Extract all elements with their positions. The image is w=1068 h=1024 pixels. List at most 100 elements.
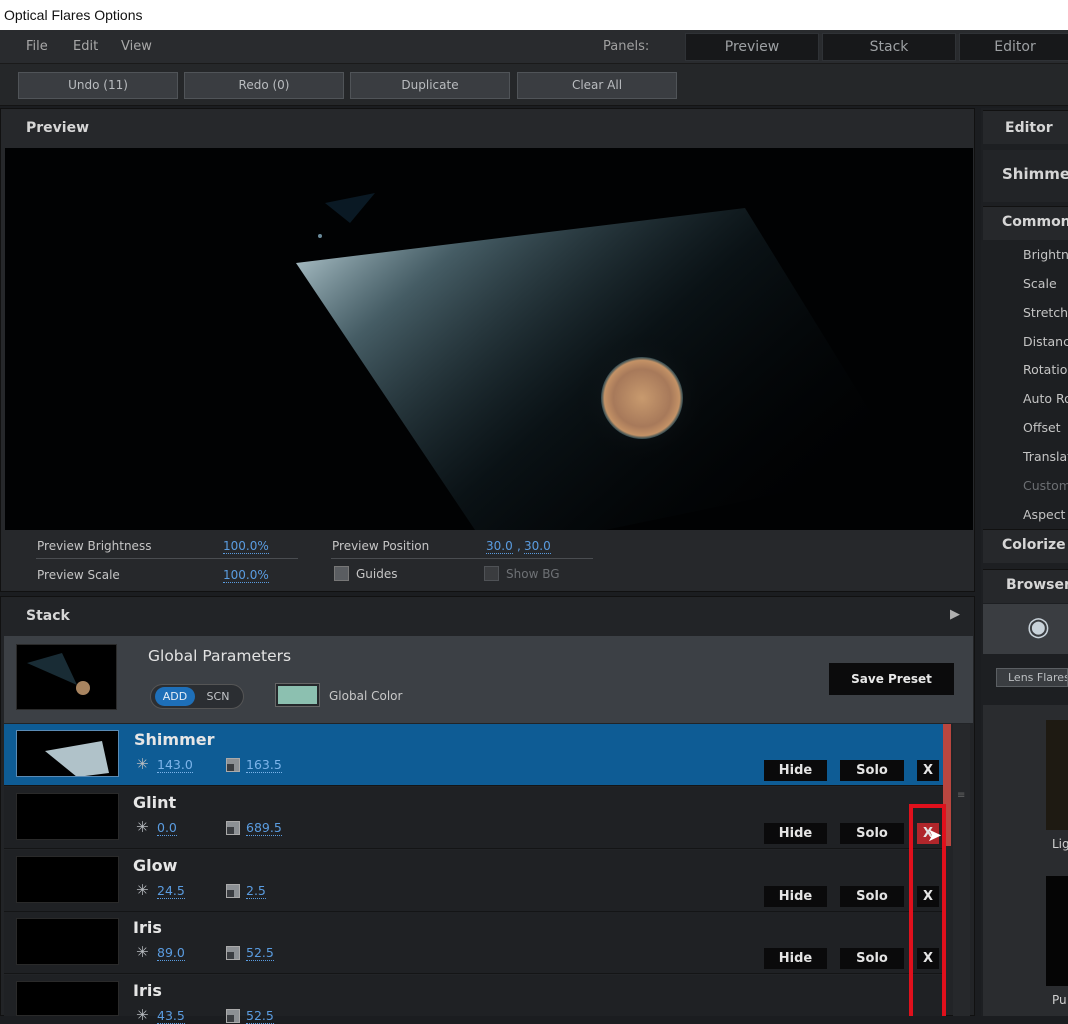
layer-row-glow[interactable]: Glow ✳ 24.5 2.5 Hide Solo X [4, 850, 943, 912]
guides-checkbox[interactable] [334, 566, 349, 581]
panel-tab-editor[interactable]: Editor [959, 33, 1068, 61]
solo-button[interactable]: Solo [840, 948, 904, 969]
preview-viewport[interactable] [5, 148, 973, 530]
layer-brightness-value[interactable]: 143.0 [157, 757, 193, 773]
editor-item-rotation[interactable]: Rotation [1023, 362, 1068, 377]
brightness-icon: ✳ [136, 755, 149, 773]
editor-item-auto-rotate[interactable]: Auto Rotate [1023, 391, 1068, 406]
browser-toolbar [983, 604, 1068, 654]
toolbar: Undo (11) Redo (0) Duplicate Clear All [0, 64, 1068, 106]
layer-row-shimmer[interactable]: Shimmer ✳ 143.0 163.5 Hide Solo X [4, 724, 943, 786]
layer-thumbnail [16, 793, 119, 840]
editor-item-custom: Custom [1023, 478, 1068, 493]
scn-mode-button[interactable]: SCN [198, 687, 238, 706]
preset-thumbnail[interactable] [1046, 876, 1068, 986]
layer-name[interactable]: Glow [133, 856, 177, 875]
layer-scale-value[interactable]: 689.5 [246, 820, 282, 836]
preset-label: Lig [1052, 837, 1068, 851]
editor-item-stretch[interactable]: Stretch [1023, 305, 1068, 320]
layer-name[interactable]: Iris [133, 918, 162, 937]
layer-scale-value[interactable]: 163.5 [246, 757, 282, 773]
divider [36, 558, 298, 559]
layer-row-iris[interactable]: Iris ✳ 89.0 52.5 Hide Solo X [4, 912, 943, 974]
panel-tab-stack[interactable]: Stack [822, 33, 956, 61]
show-bg-label: Show BG [506, 567, 560, 581]
layer-thumbnail [16, 981, 119, 1016]
show-bg-checkbox[interactable] [484, 566, 499, 581]
mouse-cursor-icon: ➤ [927, 825, 943, 846]
layer-brightness-value[interactable]: 43.5 [157, 1008, 185, 1024]
preset-thumbnail[interactable] [1046, 720, 1068, 830]
flare-render [296, 193, 905, 530]
undo-button[interactable]: Undo (11) [18, 72, 178, 99]
global-color-swatch[interactable] [275, 683, 320, 707]
solo-button[interactable]: Solo [840, 823, 904, 844]
global-color-label: Global Color [329, 689, 403, 703]
lens-icon[interactable]: ◉ [1027, 612, 1050, 642]
preview-brightness-label: Preview Brightness [37, 539, 152, 553]
global-parameters-title: Global Parameters [148, 647, 292, 665]
layer-brightness-value[interactable]: 0.0 [157, 820, 177, 836]
scroll-grip-icon: ≡ [957, 790, 966, 801]
layer-scale-value[interactable]: 2.5 [246, 883, 266, 899]
menu-view[interactable]: View [121, 39, 152, 54]
preview-position-label: Preview Position [332, 539, 430, 553]
hide-button[interactable]: Hide [764, 886, 827, 907]
editor-item-brightness[interactable]: Brightness [1023, 247, 1068, 262]
scale-icon [226, 758, 240, 772]
clear-all-button[interactable]: Clear All [517, 72, 677, 99]
solo-button[interactable]: Solo [840, 760, 904, 781]
layer-row-iris-2[interactable]: Iris ✳ 43.5 52.5 [4, 975, 943, 1024]
editor-item-offset[interactable]: Offset [1023, 420, 1061, 435]
brightness-icon: ✳ [136, 818, 149, 836]
duplicate-button[interactable]: Duplicate [350, 72, 510, 99]
window-title-bar: Optical Flares Options [0, 0, 1068, 30]
preview-position-x[interactable]: 30.0 [486, 539, 513, 554]
layer-thumbnail [16, 856, 119, 903]
hide-button[interactable]: Hide [764, 948, 827, 969]
layer-scale-value[interactable]: 52.5 [246, 945, 274, 961]
layer-scale-value[interactable]: 52.5 [246, 1008, 274, 1024]
delete-button[interactable]: X [917, 760, 939, 781]
editor-item-scale[interactable]: Scale [1023, 276, 1057, 291]
editor-panel-title: Editor [1005, 120, 1053, 136]
colorize-section-title[interactable]: Colorize [1002, 537, 1066, 553]
hide-button[interactable]: Hide [764, 823, 827, 844]
preview-brightness-value[interactable]: 100.0% [223, 539, 269, 554]
redo-button[interactable]: Redo (0) [184, 72, 344, 99]
guides-label: Guides [356, 567, 398, 581]
menu-file[interactable]: File [26, 39, 48, 54]
layer-name[interactable]: Glint [133, 793, 176, 812]
hide-button[interactable]: Hide [764, 760, 827, 781]
layer-name[interactable]: Iris [133, 981, 162, 1000]
stack-scrollbar[interactable] [953, 724, 970, 1016]
layer-brightness-value[interactable]: 24.5 [157, 883, 185, 899]
window-title: Optical Flares Options [4, 7, 143, 23]
scale-icon [226, 1009, 240, 1023]
preview-scale-label: Preview Scale [37, 568, 120, 582]
editor-item-translation[interactable]: Translation [1023, 449, 1068, 464]
brightness-icon: ✳ [136, 881, 149, 899]
add-mode-button[interactable]: ADD [155, 687, 195, 706]
expand-arrow-icon[interactable]: ▶ [950, 607, 960, 622]
solo-button[interactable]: Solo [840, 886, 904, 907]
brightness-icon: ✳ [136, 943, 149, 961]
preview-scale-value[interactable]: 100.0% [223, 568, 269, 583]
browser-section-title: Browser [1006, 577, 1068, 593]
menu-edit[interactable]: Edit [73, 39, 98, 54]
save-preset-button[interactable]: Save Preset [829, 663, 954, 695]
editor-item-aspect[interactable]: Aspect [1023, 507, 1065, 522]
editor-item-distance[interactable]: Distance [1023, 334, 1068, 349]
editor-element-name: Shimmer [1002, 165, 1068, 183]
layer-brightness-value[interactable]: 89.0 [157, 945, 185, 961]
panel-tab-preview[interactable]: Preview [685, 33, 819, 61]
common-section-title[interactable]: Common [1002, 214, 1068, 230]
layer-name[interactable]: Shimmer [134, 730, 214, 749]
stack-panel-title: Stack [26, 608, 70, 624]
preview-position-separator: , [517, 539, 521, 553]
scale-icon [226, 946, 240, 960]
lens-flares-dropdown[interactable]: Lens Flares [996, 668, 1068, 687]
layer-row-glint[interactable]: Glint ✳ 0.0 689.5 Hide Solo X [4, 787, 943, 849]
preview-position-y[interactable]: 30.0 [524, 539, 551, 554]
brightness-icon: ✳ [136, 1006, 149, 1024]
